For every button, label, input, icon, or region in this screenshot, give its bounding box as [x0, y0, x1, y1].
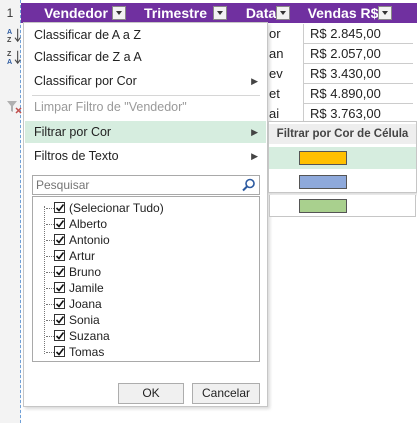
cell-date-partial[interactable]: et [269, 84, 280, 104]
sort-a-z-label: Classificar de A a Z [34, 28, 141, 42]
svg-text:Z: Z [7, 36, 12, 43]
sort-a-z-icon: A Z [7, 28, 21, 43]
svg-text:A: A [7, 28, 12, 36]
svg-text:A: A [7, 58, 12, 65]
checkbox-checked[interactable] [54, 234, 65, 245]
header-trimestre: Trimestre [143, 5, 208, 21]
filter-dropdown-button-vendedor[interactable] [112, 6, 126, 20]
filter-dropdown-button-vendas[interactable] [378, 6, 392, 20]
autofilter-dropdown-menu: A Z Classificar de A a Z Z A Classificar… [7, 22, 268, 407]
filter-by-color-submenu: Filtrar por Cor de Célula [268, 121, 417, 193]
search-input[interactable] [33, 176, 236, 194]
cell-date-partial[interactable]: or [269, 24, 281, 44]
checkbox-checked[interactable] [54, 298, 65, 309]
cell-sales[interactable]: R$ 3.430,00 [303, 64, 413, 84]
row-number: 1 [6, 6, 14, 20]
cell-sales[interactable]: R$ 4.890,00 [303, 84, 413, 104]
checkbox-checked[interactable] [54, 314, 65, 325]
ok-button[interactable]: OK [118, 383, 184, 404]
cell-date-partial[interactable]: an [269, 44, 283, 64]
menu-item-filter-by-color[interactable]: Filtrar por Cor ▶ [25, 121, 266, 143]
submenu-title: Filtrar por Cor de Célula [269, 124, 416, 144]
cell-date-partial[interactable]: ev [269, 64, 283, 84]
checkbox-checked[interactable] [54, 330, 65, 341]
menu-item-sort-z-a[interactable]: Z A Classificar de Z a A [7, 46, 266, 68]
menu-item-text-filters[interactable]: Filtros de Texto ▶ [25, 145, 266, 167]
svg-text:Z: Z [7, 50, 12, 58]
cell-sales[interactable]: R$ 2.845,00 [303, 24, 413, 44]
checkbox-checked[interactable] [54, 218, 65, 229]
sort-z-a-icon: Z A [7, 50, 21, 65]
filter-values-list[interactable]: (Selecionar Tudo) Alberto Antonio Artur … [32, 196, 260, 362]
sort-z-a-label: Classificar de Z a A [34, 50, 142, 64]
checkbox-checked[interactable] [54, 266, 65, 277]
color-option-blue[interactable] [269, 171, 416, 193]
submenu-arrow-icon: ▶ [251, 76, 258, 86]
submenu-arrow-icon: ▶ [251, 127, 258, 137]
clear-filter-icon [7, 101, 22, 114]
submenu-arrow-icon: ▶ [251, 151, 258, 161]
filter-dropdown-button-trimestre[interactable] [213, 6, 227, 20]
color-swatch [299, 175, 347, 189]
menu-item-sort-by-color[interactable]: Classificar por Cor ▶ [25, 70, 266, 92]
checkbox-checked[interactable] [54, 282, 65, 293]
color-swatch [299, 199, 347, 213]
filter-arrow-icon [116, 11, 122, 15]
filter-arrow-icon [382, 11, 388, 15]
search-box[interactable] [32, 175, 260, 195]
table-header-row: Vendedor Trimestre Data Vendas R$ [21, 3, 417, 23]
sort-by-color-label: Classificar por Cor [34, 74, 137, 88]
checkbox-checked[interactable] [54, 346, 65, 357]
tree-connector [44, 206, 45, 354]
filter-arrow-icon [217, 11, 223, 15]
color-swatch [299, 151, 347, 165]
menu-item-sort-a-z[interactable]: A Z Classificar de A a Z [7, 24, 266, 46]
menu-item-clear-filter: Limpar Filtro de "Vendedor" [7, 96, 266, 118]
color-option-orange[interactable] [269, 147, 416, 169]
checkbox-checked[interactable] [54, 202, 65, 213]
filter-by-color-label: Filtrar por Cor [34, 125, 112, 139]
checkbox-checked[interactable] [54, 250, 65, 261]
filter-dropdown-button-data[interactable] [276, 6, 290, 20]
color-option-green[interactable] [269, 195, 416, 217]
search-icon [242, 178, 255, 192]
cancel-button[interactable]: Cancelar [192, 383, 260, 404]
clear-filter-label: Limpar Filtro de "Vendedor" [34, 100, 187, 114]
text-filters-label: Filtros de Texto [34, 149, 119, 163]
cell-sales[interactable]: R$ 2.057,00 [303, 44, 413, 64]
filter-arrow-icon [280, 11, 286, 15]
